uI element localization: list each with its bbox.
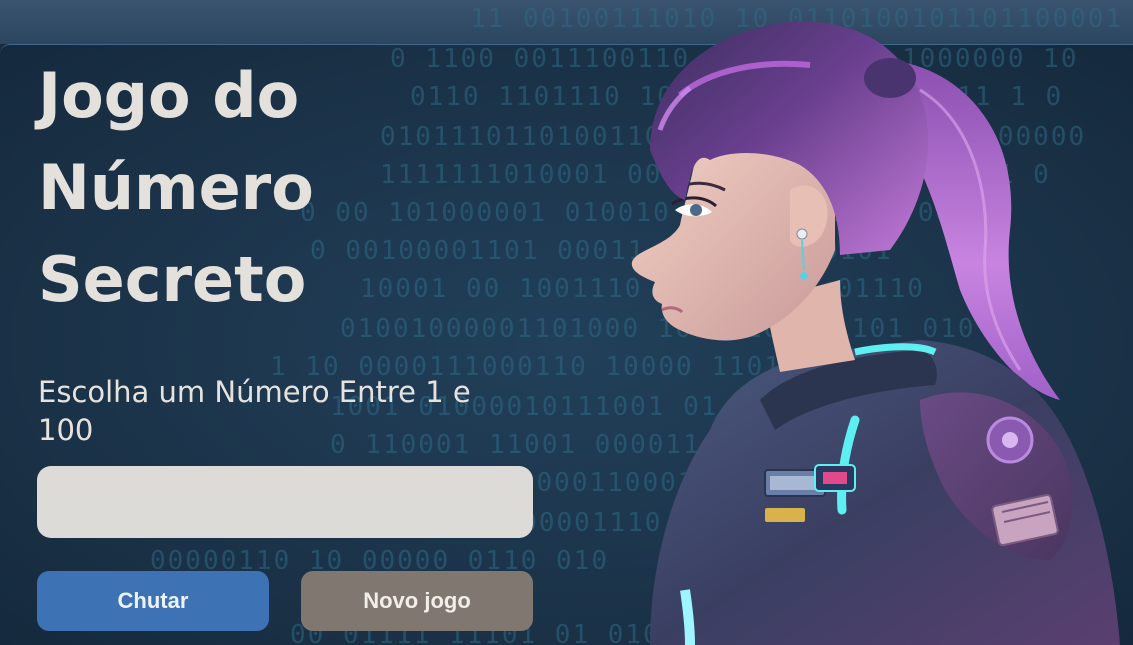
page-title: Jogo do Número Secreto bbox=[38, 59, 314, 316]
guess-number-input[interactable] bbox=[37, 466, 533, 538]
new-game-button[interactable]: Novo jogo bbox=[301, 571, 533, 631]
astronaut-girl-illustration bbox=[631, 21, 1120, 645]
instruction-text: Escolha um Número Entre 1 e 100 bbox=[38, 375, 471, 447]
game-page: 11 00100111010 10 0110100101101100001 0 … bbox=[0, 0, 1133, 645]
guess-button[interactable]: Chutar bbox=[37, 571, 269, 631]
